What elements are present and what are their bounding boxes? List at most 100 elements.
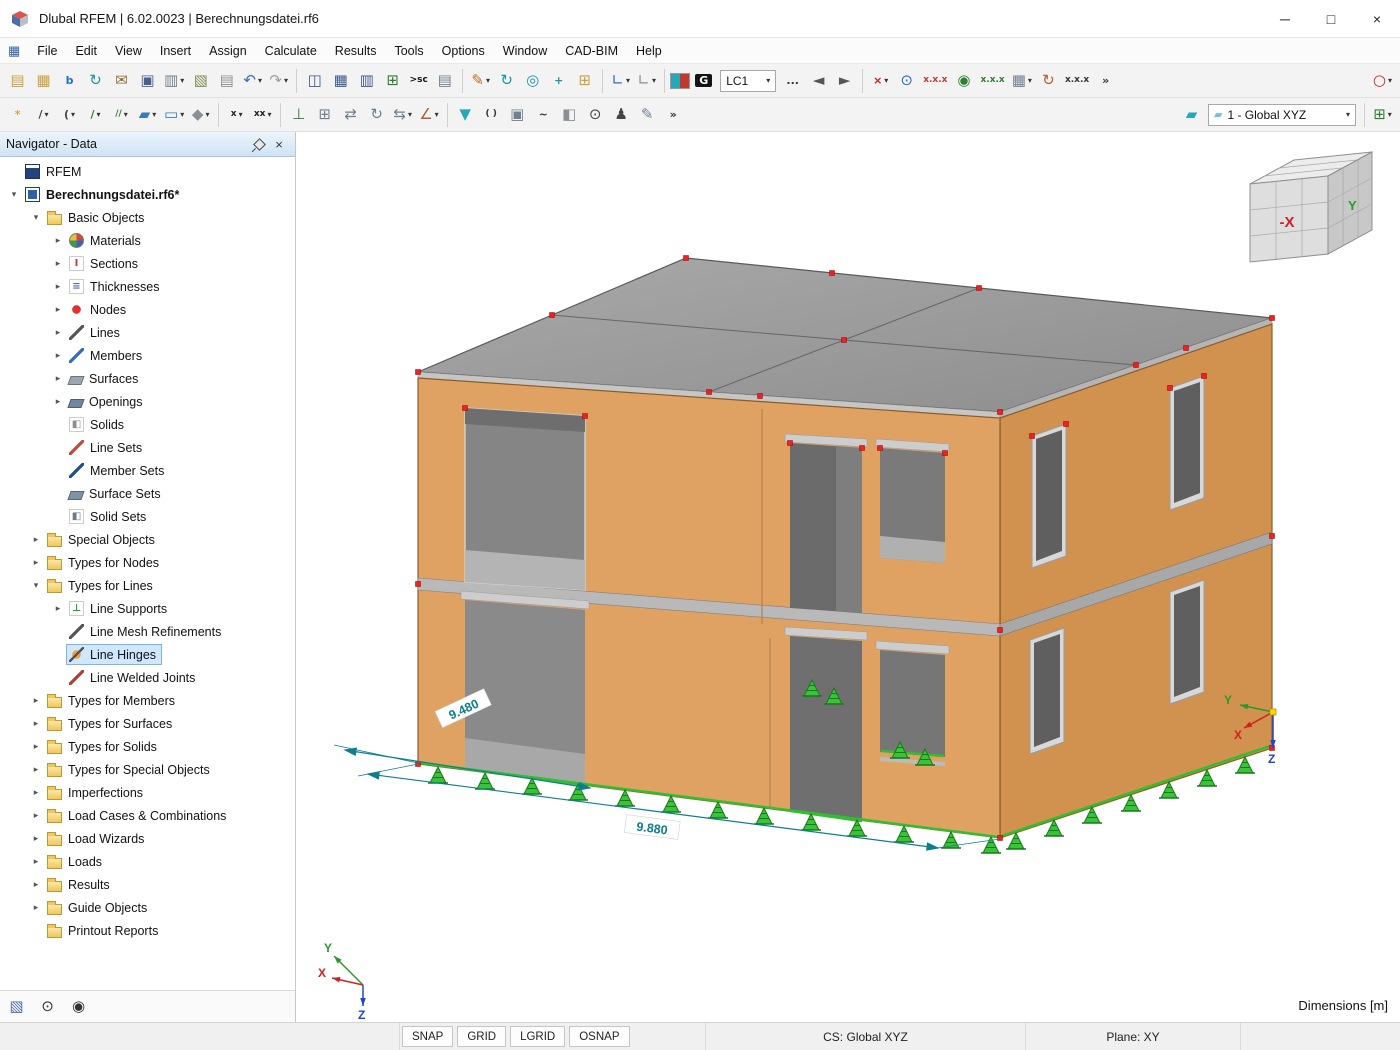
rotate-button[interactable]: ↻ xyxy=(364,101,389,128)
regenerate-button[interactable]: ↻ xyxy=(1036,67,1061,94)
rendering-button[interactable]: ◧ xyxy=(557,101,582,128)
menu-cad-bim[interactable]: CAD-BIM xyxy=(556,41,627,61)
navigator-toggle-button[interactable]: ◫ xyxy=(302,67,327,94)
open-model-button[interactable]: ▦ xyxy=(31,67,56,94)
table-print-button[interactable]: ▤ xyxy=(432,67,457,94)
osnap-toggle[interactable]: OSNAP xyxy=(569,1026,630,1047)
chevron-down-icon[interactable]: ▾ xyxy=(1388,110,1392,119)
print-button[interactable]: ▥ ▾ xyxy=(161,67,187,94)
expand-chevron-icon[interactable]: ▸ xyxy=(50,258,66,269)
cube-right-face-label[interactable]: Y xyxy=(1348,198,1357,213)
lgrid-toggle[interactable]: LGRID xyxy=(510,1026,566,1047)
menu-results[interactable]: Results xyxy=(326,41,386,61)
tree-item-guide-objects[interactable]: ▸ Guide Objects xyxy=(0,896,295,919)
menu-window[interactable]: Window xyxy=(494,41,556,61)
pin-panel-button[interactable] xyxy=(249,135,269,154)
chevron-down-icon[interactable]: ▾ xyxy=(284,76,288,85)
clipping-planes-button[interactable]: ( ) xyxy=(479,101,504,128)
grid-toggle[interactable]: GRID xyxy=(457,1026,507,1047)
export-spreadsheet-button[interactable]: ⊞ xyxy=(380,67,405,94)
expand-chevron-icon[interactable]: ▸ xyxy=(28,856,44,867)
printout-report-button[interactable]: ▤ xyxy=(214,67,239,94)
redo-button[interactable]: ↷ ▾ xyxy=(266,67,291,94)
tree-item-surface-sets[interactable]: Surface Sets xyxy=(0,482,295,505)
collapse-chevron-icon[interactable]: ▾ xyxy=(28,580,44,591)
tree-item-openings[interactable]: ▸ Openings xyxy=(0,390,295,413)
new-node-button[interactable]: * xyxy=(5,101,30,128)
chevron-down-icon[interactable]: ▾ xyxy=(652,76,656,85)
expand-chevron-icon[interactable]: ▸ xyxy=(50,603,66,614)
new-model-button[interactable]: ▤ xyxy=(5,67,30,94)
values-display-button[interactable]: ◉ xyxy=(951,67,976,94)
chevron-down-icon[interactable]: ▾ xyxy=(268,110,272,119)
expand-chevron-icon[interactable]: ▸ xyxy=(28,557,44,568)
expand-chevron-icon[interactable]: ▸ xyxy=(50,350,66,361)
animation-button[interactable]: ▣ xyxy=(505,101,530,128)
copy-array-button[interactable]: ⊞ xyxy=(312,101,337,128)
expand-chevron-icon[interactable]: ▸ xyxy=(28,764,44,775)
menu-view[interactable]: View xyxy=(106,41,151,61)
export-report-button[interactable]: ▧ xyxy=(188,67,213,94)
new-line-button[interactable]: / ▾ xyxy=(31,101,56,128)
tree-item-line-mesh-refinements[interactable]: Line Mesh Refinements xyxy=(0,620,295,643)
menu-insert[interactable]: Insert xyxy=(151,41,200,61)
pan-view-button[interactable]: + xyxy=(546,67,571,94)
tree-item-line-welded-joints[interactable]: Line Welded Joints xyxy=(0,666,295,689)
more-standard-tools-button[interactable]: » xyxy=(1093,67,1118,94)
chevron-down-icon[interactable]: ▾ xyxy=(97,110,101,119)
tree-item-results[interactable]: ▸ Results xyxy=(0,873,295,896)
tree-item-materials[interactable]: ▸ Materials xyxy=(0,229,295,252)
tree-item-load-wizards[interactable]: ▸ Load Wizards xyxy=(0,827,295,850)
menu-tools[interactable]: Tools xyxy=(385,41,432,61)
chevron-down-icon[interactable]: ▾ xyxy=(180,110,184,119)
tree-item-berechnungsdatei-rf6[interactable]: ▾ Berechnungsdatei.rf6* xyxy=(0,183,295,206)
chevron-down-icon[interactable]: ▾ xyxy=(766,76,770,85)
display-settings-button[interactable]: ▦ ▾ xyxy=(1009,67,1035,94)
tree-item-solid-sets[interactable]: ◧ Solid Sets xyxy=(0,505,295,528)
load-case-select[interactable]: LC1 ▾ xyxy=(720,69,777,92)
tree-item-types-for-nodes[interactable]: ▸ Types for Nodes xyxy=(0,551,295,574)
relaxation-button[interactable]: ~ xyxy=(531,101,556,128)
chevron-down-icon[interactable]: ▾ xyxy=(45,110,49,119)
tree-item-member-sets[interactable]: Member Sets xyxy=(0,459,295,482)
rotate-view-button[interactable]: ↻ xyxy=(494,67,519,94)
expand-chevron-icon[interactable]: ▸ xyxy=(50,235,66,246)
edit-objects-button[interactable]: ✎ ▾ xyxy=(468,67,493,94)
save-button[interactable]: ▣ xyxy=(135,67,160,94)
grid-tool-button[interactable]: ∟ ▾ xyxy=(634,67,659,94)
close-panel-button[interactable]: × xyxy=(269,135,289,154)
collapse-chevron-icon[interactable]: ▾ xyxy=(28,212,44,223)
new-solid-button[interactable]: ◆ ▾ xyxy=(188,101,213,128)
expand-chevron-icon[interactable]: ▸ xyxy=(50,281,66,292)
undo-button[interactable]: ↶ ▾ xyxy=(240,67,265,94)
tree-item-imperfections[interactable]: ▸ Imperfections xyxy=(0,781,295,804)
maximize-button[interactable]: □ xyxy=(1308,0,1354,38)
chevron-down-icon[interactable]: ▾ xyxy=(71,110,75,119)
collapse-chevron-icon[interactable]: ▾ xyxy=(6,189,22,200)
new-surface-button[interactable]: ▰ ▾ xyxy=(135,101,160,128)
chevron-down-icon[interactable]: ▾ xyxy=(884,76,888,85)
expand-chevron-icon[interactable]: ▸ xyxy=(28,534,44,545)
expand-chevron-icon[interactable]: ▸ xyxy=(50,373,66,384)
chevron-down-icon[interactable]: ▾ xyxy=(408,110,412,119)
menu-calculate[interactable]: Calculate xyxy=(256,41,326,61)
menu-file[interactable]: File xyxy=(28,41,66,61)
tree-item-line-supports[interactable]: ▸ ⊥ Line Supports xyxy=(0,597,295,620)
tree-item-lines[interactable]: ▸ Lines xyxy=(0,321,295,344)
more-insert-tools-button[interactable]: » xyxy=(661,101,686,128)
sc-export-button[interactable]: >sc xyxy=(406,67,431,94)
tree-item-members[interactable]: ▸ Members xyxy=(0,344,295,367)
tree-item-load-cases-combinations[interactable]: ▸ Load Cases & Combinations xyxy=(0,804,295,827)
previous-load-case-button[interactable]: ◄ xyxy=(806,67,831,94)
unit-settings-button[interactable]: x.x.x xyxy=(1062,67,1092,94)
sketch-mode-button[interactable]: ✎ xyxy=(635,101,660,128)
guideline-tool-button[interactable]: ∟ ▾ xyxy=(608,67,633,94)
tree-item-loads[interactable]: ▸ Loads xyxy=(0,850,295,873)
print-graphic-button[interactable]: ▧ xyxy=(4,993,29,1020)
tree-item-types-for-solids[interactable]: ▸ Types for Solids xyxy=(0,735,295,758)
chevron-down-icon[interactable]: ▾ xyxy=(180,76,184,85)
expand-chevron-icon[interactable]: ▸ xyxy=(28,787,44,798)
self-weight-button[interactable]: G xyxy=(691,67,716,94)
expand-chevron-icon[interactable]: ▸ xyxy=(28,718,44,729)
visibility-eye-button[interactable]: ⊙ xyxy=(35,993,60,1020)
